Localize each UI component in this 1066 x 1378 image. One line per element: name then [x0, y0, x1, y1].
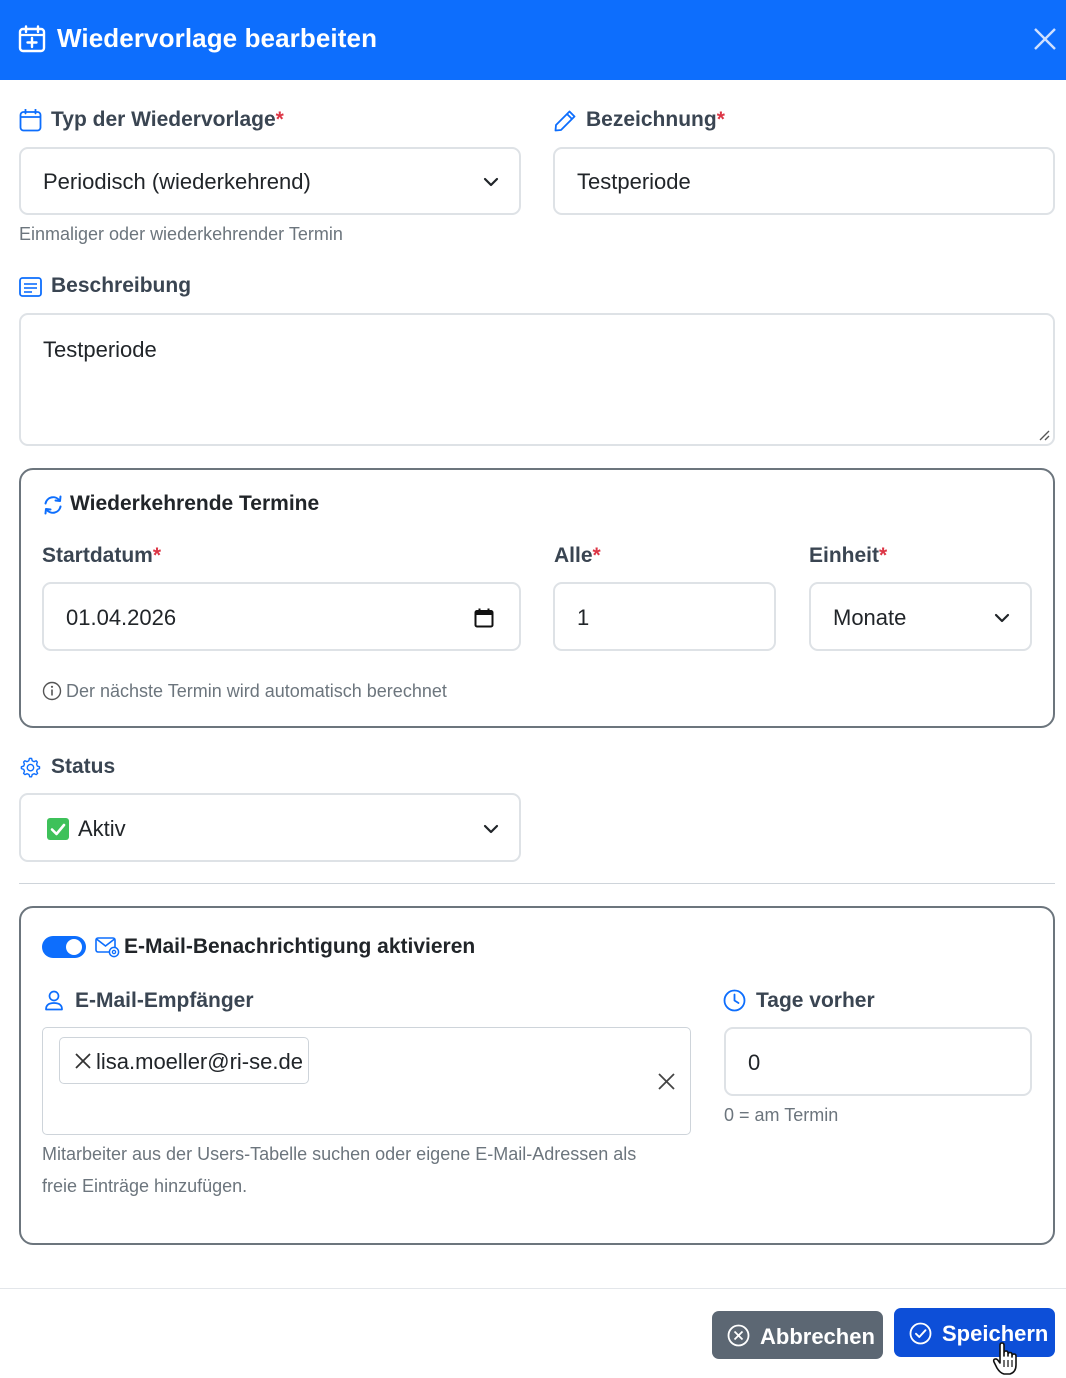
save-button[interactable]: Speichern [894, 1308, 1055, 1357]
text-lines-icon [19, 277, 42, 297]
alle-value: 1 [577, 605, 590, 630]
beschreibung-textarea-value: Testperiode [43, 337, 157, 362]
typ-select[interactable]: Periodisch (wiederkehrend) [19, 147, 521, 215]
days-input[interactable]: 0 [724, 1027, 1032, 1096]
clock-icon [723, 989, 746, 1012]
startdatum-input[interactable]: 01.04.2026 [42, 582, 521, 651]
chevron-down-icon [994, 613, 1010, 623]
recipients-hint-line1: Mitarbeiter aus der Users-Tabelle suchen… [42, 1144, 637, 1164]
recipients-label: E-Mail-Empfänger [75, 989, 254, 1012]
calendar-icon [19, 109, 42, 132]
cancel-circle-icon [727, 1324, 750, 1347]
typ-select-value: Periodisch (wiederkehrend) [43, 169, 311, 194]
bezeichnung-input[interactable]: Testperiode [553, 147, 1055, 215]
modal-header: Wiedervorlage bearbeiten [0, 0, 1066, 80]
pencil-icon [554, 110, 576, 132]
startdatum-label: Startdatum* [42, 544, 162, 567]
recipient-chip: lisa.moeller@ri-se.de [59, 1037, 309, 1084]
email-toggle-label: E-Mail-Benachrichtigung aktivieren [124, 935, 476, 958]
bezeichnung-input-value: Testperiode [577, 169, 691, 194]
calendar-plus-icon [18, 25, 46, 53]
clear-all-icon[interactable] [657, 1072, 676, 1091]
recurring-title: Wiederkehrende Termine [70, 492, 320, 515]
status-value: Aktiv [78, 816, 126, 841]
startdatum-value: 01.04.2026 [66, 605, 177, 630]
typ-hint: Einmaliger oder wiederkehrender Termin [19, 224, 343, 244]
recurring-info: Der nächste Termin wird automatisch bere… [66, 681, 447, 701]
modal-title: Wiedervorlage bearbeiten [57, 23, 378, 53]
footer-divider [0, 1288, 1066, 1289]
cancel-button[interactable]: Abbrechen [712, 1311, 883, 1359]
typ-label: Typ der Wiedervorlage* [51, 108, 284, 131]
beschreibung-label: Beschreibung [51, 274, 192, 297]
email-toggle[interactable] [42, 936, 86, 958]
cancel-button-label: Abbrechen [760, 1324, 875, 1349]
person-icon [45, 990, 63, 1011]
status-select[interactable]: Aktiv [19, 793, 521, 862]
check-circle-icon [909, 1322, 932, 1345]
bezeichnung-label: Bezeichnung* [586, 108, 725, 131]
toggle-knob [66, 939, 82, 955]
status-label: Status [51, 755, 116, 778]
info-icon [42, 681, 62, 701]
envelope-at-icon [95, 937, 120, 958]
refresh-icon [44, 495, 62, 515]
hand-cursor-icon [992, 1342, 1017, 1375]
einheit-select[interactable]: Monate [809, 582, 1032, 651]
chevron-down-icon [483, 177, 499, 187]
alle-label: Alle* [554, 544, 601, 567]
days-value: 0 [748, 1050, 761, 1075]
beschreibung-textarea[interactable]: Testperiode [19, 313, 1055, 446]
gear-icon [20, 757, 41, 778]
einheit-label: Einheit* [809, 544, 888, 567]
calendar-picker-icon[interactable] [474, 608, 494, 628]
alle-input[interactable]: 1 [553, 582, 776, 651]
chevron-down-icon [483, 824, 499, 834]
section-divider [19, 883, 1055, 884]
days-label: Tage vorher [756, 989, 875, 1012]
recipients-hint-line2: freie Einträge hinzufügen. [42, 1176, 248, 1196]
einheit-value: Monate [833, 605, 907, 630]
resize-handle-icon[interactable] [1038, 429, 1050, 441]
days-hint: 0 = am Termin [724, 1105, 839, 1125]
check-box-icon [47, 818, 69, 840]
recipient-chip-label: lisa.moeller@ri-se.de [96, 1049, 303, 1074]
close-icon[interactable] [1030, 24, 1060, 54]
remove-chip-icon[interactable] [74, 1052, 92, 1070]
